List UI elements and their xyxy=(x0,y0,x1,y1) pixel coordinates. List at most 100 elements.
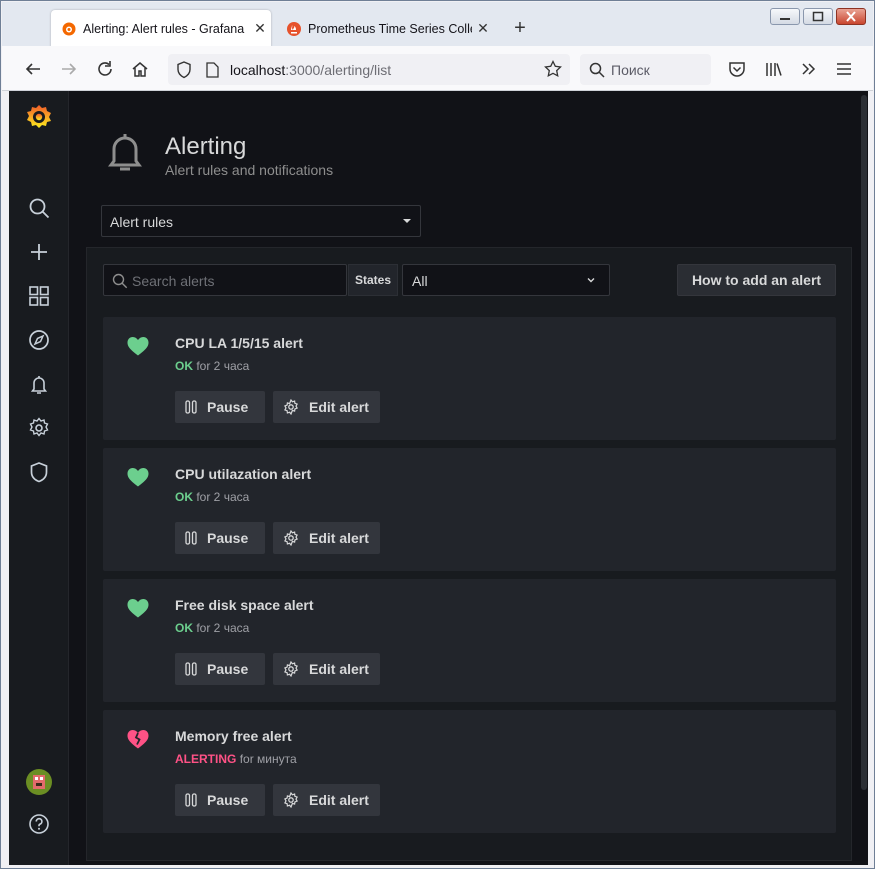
alert-state: OK xyxy=(175,490,193,504)
arrow-right-icon xyxy=(62,63,77,75)
sidebar xyxy=(9,91,69,865)
menu-button[interactable] xyxy=(831,56,857,82)
new-tab-button[interactable]: + xyxy=(508,16,532,40)
heart-broken-icon xyxy=(127,730,149,749)
alert-card: CPU utilazation alert OK for 2 часа Paus… xyxy=(103,448,836,571)
heart-icon xyxy=(127,468,149,487)
states-select-value: All xyxy=(412,273,428,289)
edit-alert-button[interactable]: Edit alert xyxy=(273,522,380,554)
alert-status: OK for 2 часа xyxy=(175,490,249,504)
tab-close-icon[interactable]: ✕ xyxy=(472,20,494,37)
alerting-header-icon xyxy=(108,134,142,171)
user-avatar[interactable] xyxy=(25,768,53,796)
alert-name[interactable]: Free disk space alert xyxy=(175,597,314,613)
url-path: :3000/alerting/list xyxy=(285,62,392,78)
search-icon xyxy=(589,62,605,78)
explore-icon[interactable] xyxy=(27,328,51,352)
pause-button[interactable]: Pause xyxy=(175,653,265,685)
url-text[interactable]: localhost:3000/alerting/list xyxy=(230,62,391,78)
plus-icon[interactable] xyxy=(27,240,51,264)
heart-icon xyxy=(127,599,149,618)
edit-label: Edit alert xyxy=(309,661,369,677)
hamburger-menu-icon xyxy=(837,63,851,75)
pause-label: Pause xyxy=(207,792,249,808)
navigation-toolbar: localhost:3000/alerting/list Поиск xyxy=(2,46,873,91)
prometheus-favicon-icon xyxy=(287,21,301,36)
pause-button[interactable]: Pause xyxy=(175,784,265,816)
pause-label: Pause xyxy=(207,530,249,546)
back-button[interactable] xyxy=(20,56,46,82)
server-admin-icon[interactable] xyxy=(27,460,51,484)
reload-button[interactable] xyxy=(92,56,118,82)
chevrons-right-icon xyxy=(802,63,816,75)
page-title: Alerting xyxy=(165,133,247,160)
browser-search-box[interactable]: Поиск xyxy=(580,54,711,85)
pocket-button[interactable] xyxy=(724,56,750,82)
alerting-icon[interactable] xyxy=(27,372,51,396)
alert-status: ALERTING for минута xyxy=(175,752,297,766)
heart-icon xyxy=(127,337,149,356)
edit-alert-button[interactable]: Edit alert xyxy=(273,784,380,816)
search-alerts-input[interactable]: Search alerts xyxy=(103,264,347,296)
close-icon xyxy=(846,11,856,22)
alert-duration: for минута xyxy=(239,752,297,766)
pause-label: Pause xyxy=(207,661,249,677)
alert-state: ALERTING xyxy=(175,752,237,766)
cog-icon xyxy=(284,399,298,415)
dashboards-icon[interactable] xyxy=(27,284,51,308)
shield-icon[interactable] xyxy=(176,61,192,79)
alert-card: Memory free alert ALERTING for минута Pa… xyxy=(103,710,836,833)
grafana-app: Alerting Alert rules and notifications A… xyxy=(9,91,868,865)
search-icon xyxy=(112,273,128,289)
configuration-icon[interactable] xyxy=(27,416,51,440)
maximize-icon xyxy=(812,11,824,22)
grafana-favicon-icon xyxy=(62,22,76,35)
help-icon[interactable] xyxy=(27,812,51,836)
edit-label: Edit alert xyxy=(309,399,369,415)
arrow-left-icon xyxy=(25,63,40,75)
pause-icon xyxy=(185,662,197,676)
caret-down-icon xyxy=(403,219,411,223)
tab-close-icon[interactable]: ✕ xyxy=(249,20,271,37)
pause-button[interactable]: Pause xyxy=(175,391,265,423)
overflow-button[interactable] xyxy=(796,56,822,82)
how-to-add-alert-button[interactable]: How to add an alert xyxy=(677,264,836,296)
window-maximize-button[interactable] xyxy=(803,8,833,25)
forward-button[interactable] xyxy=(56,56,82,82)
tab-grafana[interactable]: Alerting: Alert rules - Grafana ✕ xyxy=(51,10,271,47)
library-button[interactable] xyxy=(761,56,787,82)
scrollbar[interactable] xyxy=(861,95,867,790)
grafana-logo-icon[interactable] xyxy=(25,103,53,131)
view-select-value: Alert rules xyxy=(110,214,174,230)
window-close-button[interactable] xyxy=(836,8,866,25)
tab-prometheus[interactable]: Prometheus Time Series Collect ✕ xyxy=(276,10,494,47)
alert-rules-panel: Search alerts States All How to add an a… xyxy=(86,247,852,861)
view-select[interactable]: Alert rules xyxy=(101,205,421,237)
alert-duration: for 2 часа xyxy=(196,490,250,504)
alert-state: OK xyxy=(175,359,193,373)
alert-name[interactable]: CPU utilazation alert xyxy=(175,466,311,482)
url-host: localhost xyxy=(230,62,286,78)
alert-name[interactable]: Memory free alert xyxy=(175,728,292,744)
alert-name[interactable]: CPU LA 1/5/15 alert xyxy=(175,335,303,351)
url-bar[interactable]: localhost:3000/alerting/list xyxy=(168,54,570,85)
library-icon xyxy=(766,63,782,76)
pause-icon xyxy=(185,400,197,414)
edit-alert-button[interactable]: Edit alert xyxy=(273,653,380,685)
states-select[interactable]: All xyxy=(402,264,610,296)
browser-window: Alerting: Alert rules - Grafana ✕ Promet… xyxy=(0,0,875,869)
tab-label: Prometheus Time Series Collect xyxy=(308,21,472,36)
home-button[interactable] xyxy=(127,56,153,82)
pause-button[interactable]: Pause xyxy=(175,522,265,554)
cog-icon xyxy=(284,661,298,677)
edit-alert-button[interactable]: Edit alert xyxy=(273,391,380,423)
main-content: Alerting Alert rules and notifications A… xyxy=(69,91,868,865)
bookmark-star-icon[interactable] xyxy=(544,60,562,78)
browser-search-placeholder: Поиск xyxy=(611,62,650,78)
pause-icon xyxy=(185,793,197,807)
window-minimize-button[interactable] xyxy=(770,8,800,25)
chevron-down-icon xyxy=(587,278,595,283)
cog-icon xyxy=(284,530,298,546)
search-icon[interactable] xyxy=(27,196,51,220)
edit-label: Edit alert xyxy=(309,792,369,808)
